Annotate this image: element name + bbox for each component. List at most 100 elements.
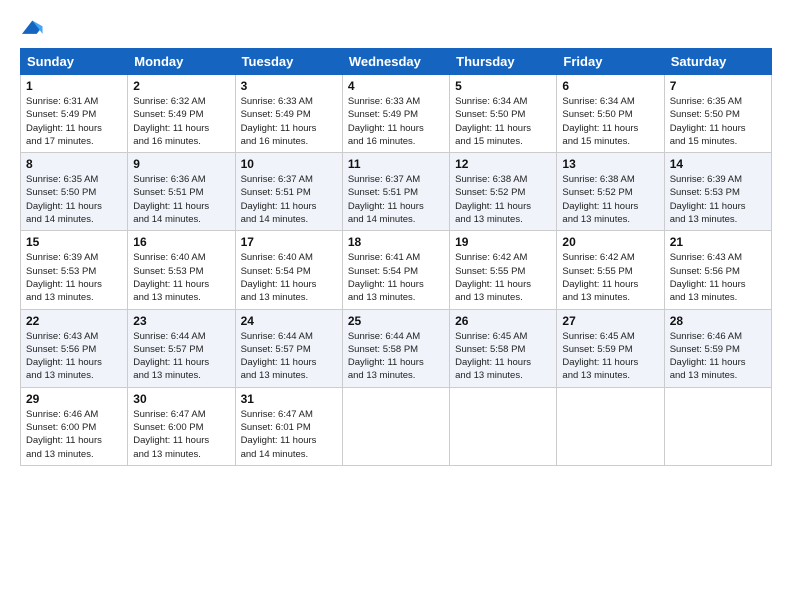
day-number: 14 [670,157,766,171]
calendar-day-cell: 20 Sunrise: 6:42 AM Sunset: 5:55 PM Dayli… [557,231,664,309]
logo [20,16,46,38]
calendar-day-cell: 24Sunrise: 6:44 AM Sunset: 5:57 PM Dayli… [235,309,342,387]
day-number: 16 [133,235,229,249]
day-info: Sunrise: 6:40 AM Sunset: 5:53 PM Dayligh… [133,251,229,304]
day-info: Sunrise: 6:35 AM Sunset: 5:50 PM Dayligh… [26,173,122,226]
calendar-day-cell: 2 Sunrise: 6:32 AM Sunset: 5:49 PM Daylig… [128,75,235,153]
day-number: 26 [455,314,551,328]
day-info: Sunrise: 6:35 AM Sunset: 5:50 PM Dayligh… [670,95,766,148]
calendar-day-cell: 3Sunrise: 6:33 AM Sunset: 5:49 PM Daylig… [235,75,342,153]
calendar-table: SundayMondayTuesdayWednesdayThursdayFrid… [20,48,772,466]
day-info: Sunrise: 6:45 AM Sunset: 5:58 PM Dayligh… [455,330,551,383]
day-info: Sunrise: 6:34 AM Sunset: 5:50 PM Dayligh… [455,95,551,148]
calendar-day-cell: 8 Sunrise: 6:35 AM Sunset: 5:50 PM Daylig… [21,153,128,231]
calendar-day-cell: 22Sunrise: 6:43 AM Sunset: 5:56 PM Dayli… [21,309,128,387]
header [20,16,772,38]
weekday-header: Wednesday [342,49,449,75]
day-number: 1 [26,79,122,93]
day-number: 18 [348,235,444,249]
day-info: Sunrise: 6:46 AM Sunset: 5:59 PM Dayligh… [670,330,766,383]
day-number: 12 [455,157,551,171]
day-number: 17 [241,235,337,249]
calendar-day-cell [664,387,771,465]
day-info: Sunrise: 6:38 AM Sunset: 5:52 PM Dayligh… [455,173,551,226]
calendar-week-row: 8 Sunrise: 6:35 AM Sunset: 5:50 PM Daylig… [21,153,772,231]
day-number: 31 [241,392,337,406]
day-info: Sunrise: 6:47 AM Sunset: 6:01 PM Dayligh… [241,408,337,461]
page: SundayMondayTuesdayWednesdayThursdayFrid… [0,0,792,612]
day-info: Sunrise: 6:44 AM Sunset: 5:57 PM Dayligh… [241,330,337,383]
day-number: 21 [670,235,766,249]
calendar-day-cell: 17 Sunrise: 6:40 AM Sunset: 5:54 PM Dayli… [235,231,342,309]
calendar-body: 1 Sunrise: 6:31 AM Sunset: 5:49 PM Daylig… [21,75,772,466]
day-info: Sunrise: 6:37 AM Sunset: 5:51 PM Dayligh… [241,173,337,226]
calendar-day-cell: 11 Sunrise: 6:37 AM Sunset: 5:51 PM Dayli… [342,153,449,231]
day-number: 6 [562,79,658,93]
calendar-day-cell: 27Sunrise: 6:45 AM Sunset: 5:59 PM Dayli… [557,309,664,387]
logo-icon [22,20,44,36]
day-number: 4 [348,79,444,93]
day-info: Sunrise: 6:31 AM Sunset: 5:49 PM Dayligh… [26,95,122,148]
day-info: Sunrise: 6:33 AM Sunset: 5:49 PM Dayligh… [241,95,337,148]
day-number: 27 [562,314,658,328]
calendar-day-cell: 30 Sunrise: 6:47 AM Sunset: 6:00 PM Dayli… [128,387,235,465]
day-number: 22 [26,314,122,328]
day-info: Sunrise: 6:40 AM Sunset: 5:54 PM Dayligh… [241,251,337,304]
calendar-week-row: 1 Sunrise: 6:31 AM Sunset: 5:49 PM Daylig… [21,75,772,153]
weekday-header: Sunday [21,49,128,75]
calendar-day-cell: 7 Sunrise: 6:35 AM Sunset: 5:50 PM Daylig… [664,75,771,153]
calendar-day-cell: 31 Sunrise: 6:47 AM Sunset: 6:01 PM Dayli… [235,387,342,465]
day-number: 23 [133,314,229,328]
day-info: Sunrise: 6:39 AM Sunset: 5:53 PM Dayligh… [670,173,766,226]
calendar-header-row: SundayMondayTuesdayWednesdayThursdayFrid… [21,49,772,75]
day-info: Sunrise: 6:42 AM Sunset: 5:55 PM Dayligh… [455,251,551,304]
calendar-day-cell: 18 Sunrise: 6:41 AM Sunset: 5:54 PM Dayli… [342,231,449,309]
day-number: 7 [670,79,766,93]
calendar-day-cell: 4Sunrise: 6:33 AM Sunset: 5:49 PM Daylig… [342,75,449,153]
day-info: Sunrise: 6:44 AM Sunset: 5:58 PM Dayligh… [348,330,444,383]
calendar-day-cell: 6 Sunrise: 6:34 AM Sunset: 5:50 PM Daylig… [557,75,664,153]
day-number: 11 [348,157,444,171]
calendar-day-cell: 26 Sunrise: 6:45 AM Sunset: 5:58 PM Dayli… [450,309,557,387]
calendar-day-cell: 29Sunrise: 6:46 AM Sunset: 6:00 PM Dayli… [21,387,128,465]
weekday-header: Thursday [450,49,557,75]
weekday-header: Friday [557,49,664,75]
day-number: 10 [241,157,337,171]
day-info: Sunrise: 6:36 AM Sunset: 5:51 PM Dayligh… [133,173,229,226]
day-info: Sunrise: 6:37 AM Sunset: 5:51 PM Dayligh… [348,173,444,226]
calendar-day-cell: 13Sunrise: 6:38 AM Sunset: 5:52 PM Dayli… [557,153,664,231]
day-number: 15 [26,235,122,249]
day-info: Sunrise: 6:43 AM Sunset: 5:56 PM Dayligh… [670,251,766,304]
day-number: 20 [562,235,658,249]
calendar-week-row: 29Sunrise: 6:46 AM Sunset: 6:00 PM Dayli… [21,387,772,465]
calendar-week-row: 22Sunrise: 6:43 AM Sunset: 5:56 PM Dayli… [21,309,772,387]
day-number: 28 [670,314,766,328]
calendar-day-cell: 28 Sunrise: 6:46 AM Sunset: 5:59 PM Dayli… [664,309,771,387]
day-number: 30 [133,392,229,406]
day-number: 9 [133,157,229,171]
calendar-day-cell: 5 Sunrise: 6:34 AM Sunset: 5:50 PM Daylig… [450,75,557,153]
calendar-day-cell [450,387,557,465]
day-number: 29 [26,392,122,406]
day-info: Sunrise: 6:47 AM Sunset: 6:00 PM Dayligh… [133,408,229,461]
calendar-day-cell: 21 Sunrise: 6:43 AM Sunset: 5:56 PM Dayli… [664,231,771,309]
day-info: Sunrise: 6:39 AM Sunset: 5:53 PM Dayligh… [26,251,122,304]
calendar-day-cell: 16 Sunrise: 6:40 AM Sunset: 5:53 PM Dayli… [128,231,235,309]
calendar-day-cell: 25Sunrise: 6:44 AM Sunset: 5:58 PM Dayli… [342,309,449,387]
weekday-header: Saturday [664,49,771,75]
weekday-header: Monday [128,49,235,75]
calendar-day-cell: 9 Sunrise: 6:36 AM Sunset: 5:51 PM Daylig… [128,153,235,231]
calendar-day-cell [557,387,664,465]
day-info: Sunrise: 6:41 AM Sunset: 5:54 PM Dayligh… [348,251,444,304]
calendar-day-cell: 10 Sunrise: 6:37 AM Sunset: 5:51 PM Dayli… [235,153,342,231]
calendar-day-cell [342,387,449,465]
day-number: 2 [133,79,229,93]
calendar-day-cell: 19Sunrise: 6:42 AM Sunset: 5:55 PM Dayli… [450,231,557,309]
day-info: Sunrise: 6:32 AM Sunset: 5:49 PM Dayligh… [133,95,229,148]
day-info: Sunrise: 6:34 AM Sunset: 5:50 PM Dayligh… [562,95,658,148]
day-info: Sunrise: 6:42 AM Sunset: 5:55 PM Dayligh… [562,251,658,304]
day-number: 8 [26,157,122,171]
calendar-day-cell: 14 Sunrise: 6:39 AM Sunset: 5:53 PM Dayli… [664,153,771,231]
day-number: 5 [455,79,551,93]
calendar-day-cell: 23Sunrise: 6:44 AM Sunset: 5:57 PM Dayli… [128,309,235,387]
